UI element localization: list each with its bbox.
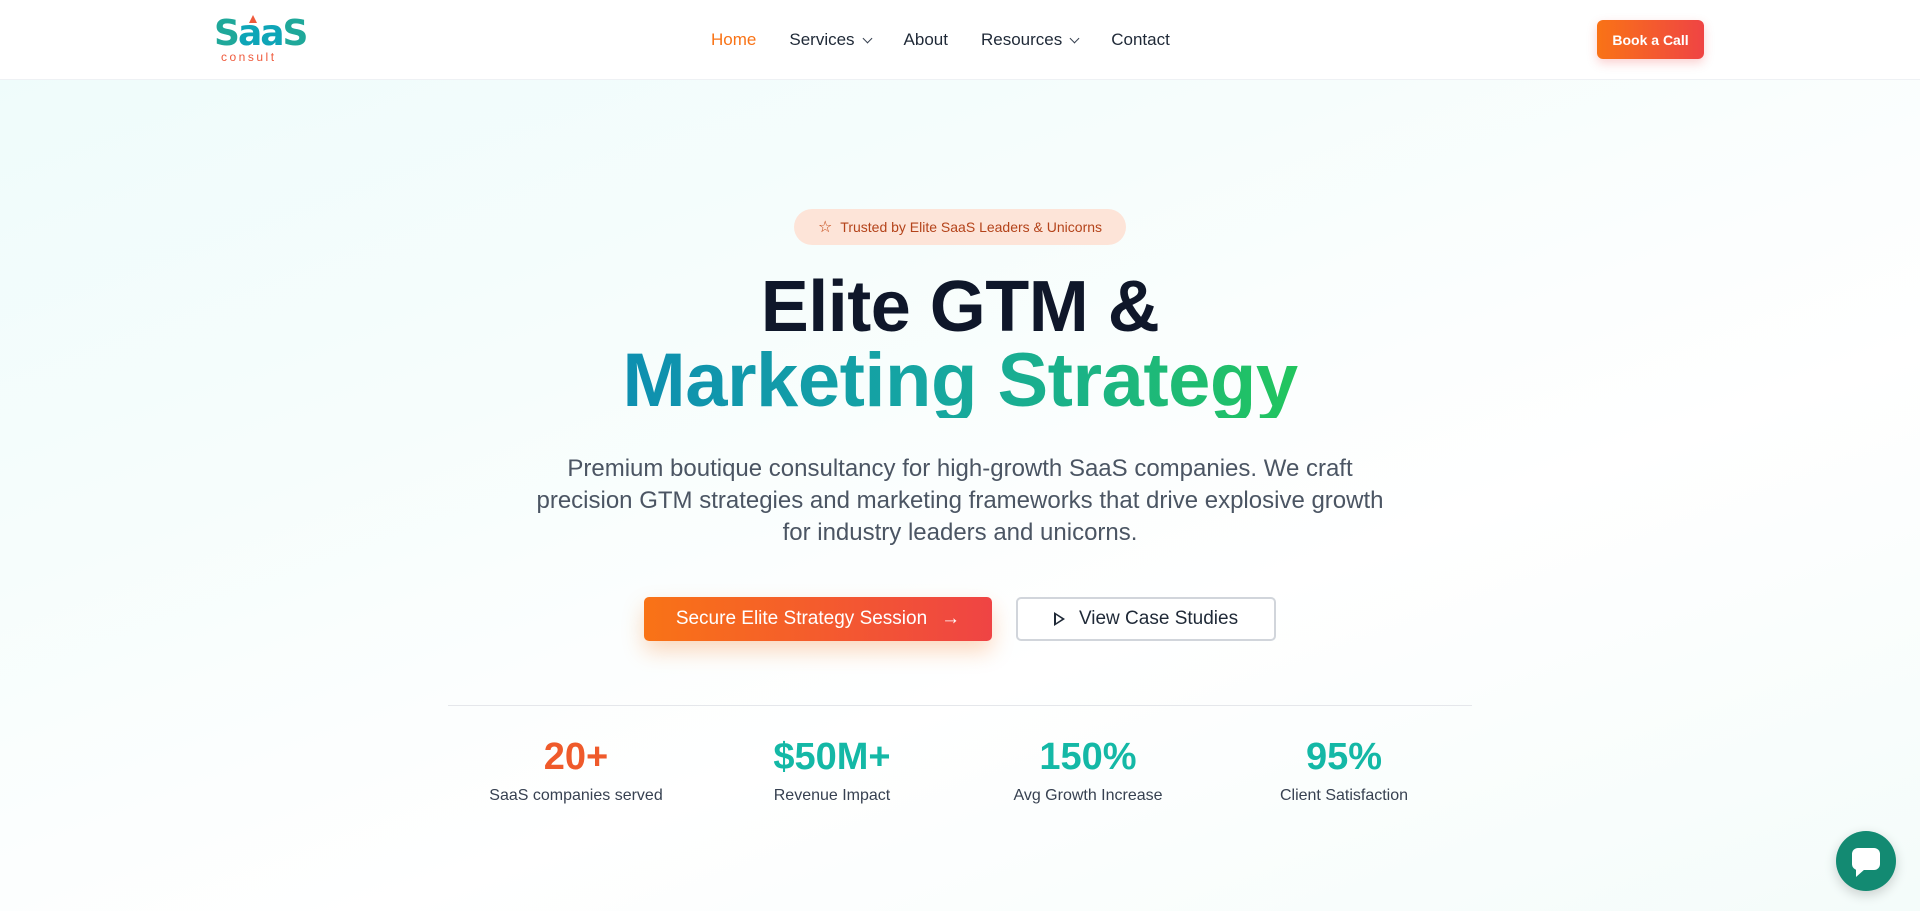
nav-resources[interactable]: Resources xyxy=(981,30,1080,50)
chevron-down-icon xyxy=(862,33,872,43)
view-case-studies-button[interactable]: View Case Studies xyxy=(1016,597,1276,641)
stats-row: 20+ SaaS companies served $50M+ Revenue … xyxy=(448,733,1472,813)
hero-headline: Elite GTM & Marketing Strategy xyxy=(0,270,1920,432)
stat-label: Revenue Impact xyxy=(773,787,891,804)
main-nav: Home Services About Resources Contact xyxy=(711,0,1203,80)
arrow-right-icon: → xyxy=(941,608,961,629)
stat-companies: 20+ SaaS companies served xyxy=(448,733,704,813)
chevron-down-icon xyxy=(1069,33,1080,43)
headline-line-1: Elite GTM & xyxy=(760,267,1160,347)
stat-value: 20+ xyxy=(543,736,609,778)
stat-value: 150% xyxy=(1039,736,1137,778)
chat-bubble-icon xyxy=(1852,848,1880,877)
stat-satisfaction: 95% Client Satisfaction xyxy=(1216,733,1472,813)
stat-value: $50M+ xyxy=(773,736,891,778)
nav-services[interactable]: Services xyxy=(789,30,872,50)
stat-label: Avg Growth Increase xyxy=(1013,787,1163,804)
star-icon: ☆ xyxy=(817,219,833,236)
stat-growth: 150% Avg Growth Increase xyxy=(960,733,1216,813)
hero-subtext: Premium boutique consultancy for high-gr… xyxy=(536,455,1384,546)
logo-wordmark: SaaS xyxy=(214,13,308,54)
headline-line-2: Marketing Strategy xyxy=(622,338,1298,423)
stat-revenue: $50M+ Revenue Impact xyxy=(704,733,960,813)
secure-strategy-session-button[interactable]: Secure Elite Strategy Session → xyxy=(644,597,992,641)
chat-widget-button[interactable] xyxy=(1836,831,1896,891)
play-icon xyxy=(1053,612,1065,626)
nav-contact[interactable]: Contact xyxy=(1111,30,1170,50)
trust-badge: ☆ Trusted by Elite SaaS Leaders & Unicor… xyxy=(794,209,1126,245)
stats-divider xyxy=(448,705,1472,706)
trust-badge-text: Trusted by Elite SaaS Leaders & Unicorns xyxy=(840,219,1103,235)
site-header: SaaS consult Home Services About Resourc… xyxy=(0,0,1920,80)
cta-secondary-label: View Case Studies xyxy=(1078,608,1239,629)
nav-home[interactable]: Home xyxy=(711,30,756,50)
brand-logo[interactable]: SaaS consult xyxy=(214,14,308,65)
nav-about[interactable]: About xyxy=(904,30,948,50)
stat-label: SaaS companies served xyxy=(489,787,663,804)
cta-primary-label: Secure Elite Strategy Session xyxy=(675,608,928,629)
book-call-button[interactable]: Book a Call xyxy=(1597,20,1704,59)
logo-subtitle: consult xyxy=(221,50,277,64)
stat-label: Client Satisfaction xyxy=(1279,787,1409,804)
stat-value: 95% xyxy=(1305,736,1383,778)
